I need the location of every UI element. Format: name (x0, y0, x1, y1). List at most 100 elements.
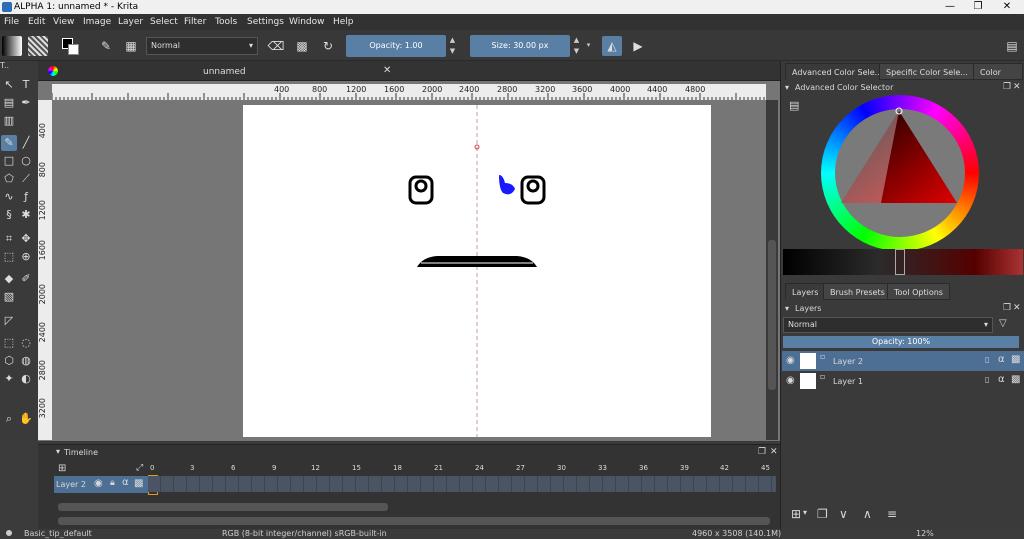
float-docker-icon[interactable]: ❐ (1003, 303, 1011, 313)
similar-select-icon[interactable]: ◐ (18, 371, 34, 387)
alpha-lock-icon[interactable]: α (998, 354, 1005, 365)
freehand-select-icon[interactable]: ◍ (18, 353, 34, 369)
pan-tool-icon[interactable]: ✋ (18, 411, 34, 427)
timeline-layer-row[interactable]: Layer 2 ◉ 🔒︎ α ▩ (54, 476, 148, 493)
tab-color-sliders[interactable]: Color Sli... (973, 63, 1023, 80)
visibility-eye-icon[interactable]: ◉ (94, 478, 103, 489)
rectangle-tool-icon[interactable]: □ (1, 153, 17, 169)
blend-mode-select[interactable]: Normal ▾ (146, 37, 258, 55)
ellipse-select-icon[interactable]: ◌ (18, 335, 34, 351)
polygon-select-icon[interactable]: ⬡ (1, 353, 17, 369)
menu-file[interactable]: File (4, 14, 19, 30)
calligraphy-icon[interactable]: ✒ (18, 95, 34, 111)
add-layer-icon[interactable]: ⊞ (58, 463, 66, 474)
gradient-edit-icon[interactable]: ▥ (1, 113, 17, 129)
pattern-preset-button[interactable] (28, 36, 48, 56)
brush-presets-icon[interactable]: ▦ (121, 36, 141, 56)
freehand-path-icon[interactable]: ƒ (18, 189, 34, 205)
layer-name[interactable]: Layer 1 (833, 377, 863, 386)
tab-brush-presets[interactable]: Brush Presets (823, 283, 892, 300)
timeline-hscrollbar[interactable] (58, 503, 388, 511)
close-docker-icon[interactable]: ✕ (1013, 303, 1021, 313)
scrollbar-thumb[interactable] (768, 240, 776, 390)
tab-layers[interactable]: Layers (785, 283, 826, 300)
opacity-down-icon[interactable]: ▼ (448, 47, 457, 55)
visibility-eye-icon[interactable]: ◉ (786, 375, 795, 386)
eraser-mode-icon[interactable]: ⌫ (266, 36, 286, 56)
size-down-icon[interactable]: ▼ (572, 47, 581, 55)
close-tab-icon[interactable]: ✕ (383, 65, 391, 76)
float-docker-icon[interactable]: ❐ (758, 447, 766, 457)
maximize-button[interactable]: ❐ (968, 0, 988, 14)
preserve-alpha-icon[interactable]: ▩ (292, 36, 312, 56)
chevron-down-icon[interactable]: ▾ (56, 447, 60, 456)
alpha-lock-icon[interactable]: α (122, 477, 129, 488)
size-up-icon[interactable]: ▲ (572, 36, 581, 44)
close-window-button[interactable]: ✕ (997, 0, 1017, 14)
text-tool-icon[interactable]: T (18, 77, 34, 93)
layer-row-layer-2[interactable]: ◉ ▫ Layer 2 ▯ α ▩ (782, 351, 1024, 371)
edit-shapes-icon[interactable]: ▤ (1, 95, 17, 111)
freehand-brush-icon[interactable]: ✎ (1, 135, 17, 151)
menu-select[interactable]: Select (150, 14, 178, 30)
color-settings-icon[interactable]: ▤ (789, 99, 799, 112)
alpha-lock-icon[interactable]: α (998, 374, 1005, 385)
layer-opacity-slider[interactable]: Opacity: 100% (783, 336, 1019, 348)
menu-window[interactable]: Window (289, 14, 325, 30)
menu-layer[interactable]: Layer (118, 14, 143, 30)
inherit-alpha-icon[interactable]: ▩ (1011, 374, 1020, 385)
layer-row-layer-1[interactable]: ◉ ▫ Layer 1 ▯ α ▩ (782, 371, 1024, 391)
fill-tool-icon[interactable]: ◆ (1, 271, 17, 287)
duplicate-layer-icon[interactable]: ❐ (817, 507, 828, 521)
gradient-preset-button[interactable] (2, 36, 22, 56)
menu-settings[interactable]: Settings (247, 14, 284, 30)
docker-menu-icon[interactable]: ▤ (1002, 36, 1022, 56)
rect-select-icon[interactable]: ⬚ (1, 335, 17, 351)
menu-view[interactable]: View (53, 14, 74, 30)
line-tool-icon[interactable]: ╱ (18, 135, 34, 151)
layer-name[interactable]: Layer 2 (833, 357, 863, 366)
multibrush-icon[interactable]: ✱ (18, 207, 34, 223)
vertical-scrollbar[interactable] (766, 100, 778, 440)
minimize-button[interactable]: — (940, 0, 960, 14)
menu-help[interactable]: Help (333, 14, 354, 30)
canvas-page[interactable] (243, 105, 711, 437)
warp-tool-icon[interactable]: ⊕ (18, 249, 34, 265)
color-picker-icon[interactable]: ✐ (18, 271, 34, 287)
bezier-tool-icon[interactable]: ∿ (1, 189, 17, 205)
move-tool-icon[interactable]: ✥ (18, 231, 34, 247)
menu-edit[interactable]: Edit (28, 14, 45, 30)
mirror-horizontal-icon[interactable]: ◭ (602, 36, 622, 56)
close-docker-icon[interactable]: ✕ (1013, 82, 1021, 92)
menu-filter[interactable]: Filter (184, 14, 206, 30)
move-layer-up-icon[interactable]: ∧ (863, 507, 872, 521)
transform-tool-icon[interactable]: ⬚ (1, 249, 17, 265)
polygon-tool-icon[interactable]: ⬠ (1, 171, 17, 187)
layer-properties-icon[interactable]: ≡ (887, 507, 897, 521)
opacity-up-icon[interactable]: ▲ (448, 36, 457, 44)
opacity-slider[interactable]: Opacity: 1.00 (346, 35, 446, 57)
chevron-down-icon[interactable]: ▾ (785, 304, 789, 313)
lock-icon[interactable]: ▯ (985, 355, 989, 364)
frame-grid[interactable] (148, 476, 776, 492)
onion-skin-icon[interactable]: ▩ (134, 478, 143, 489)
layer-blend-mode-select[interactable]: Normal ▾ (783, 317, 993, 333)
document-tab[interactable]: unnamed (203, 67, 246, 77)
size-options-icon[interactable]: ▾ (584, 41, 593, 49)
assistant-tool-icon[interactable]: ◸ (1, 313, 17, 329)
lock-icon[interactable]: 🔒︎ (110, 478, 115, 488)
lock-icon[interactable]: ▯ (985, 375, 989, 384)
magic-wand-icon[interactable]: ✦ (1, 371, 17, 387)
crop-tool-icon[interactable]: ⌗ (1, 231, 17, 247)
close-docker-icon[interactable]: ✕ (770, 447, 778, 457)
filter-icon[interactable]: ▽ (999, 318, 1007, 329)
tab-tool-options[interactable]: Tool Options (887, 283, 950, 300)
saturation-triangle[interactable] (821, 95, 979, 251)
chevron-down-icon[interactable]: ▾ (803, 508, 807, 517)
brush-editor-icon[interactable]: ✎ (96, 36, 116, 56)
reload-preset-icon[interactable]: ↻ (318, 36, 338, 56)
chevron-down-icon[interactable]: ▾ (785, 83, 789, 92)
dynamic-brush-icon[interactable]: § (1, 207, 17, 223)
move-layer-down-icon[interactable]: ∨ (839, 507, 848, 521)
color-swatch-button[interactable] (60, 36, 82, 56)
